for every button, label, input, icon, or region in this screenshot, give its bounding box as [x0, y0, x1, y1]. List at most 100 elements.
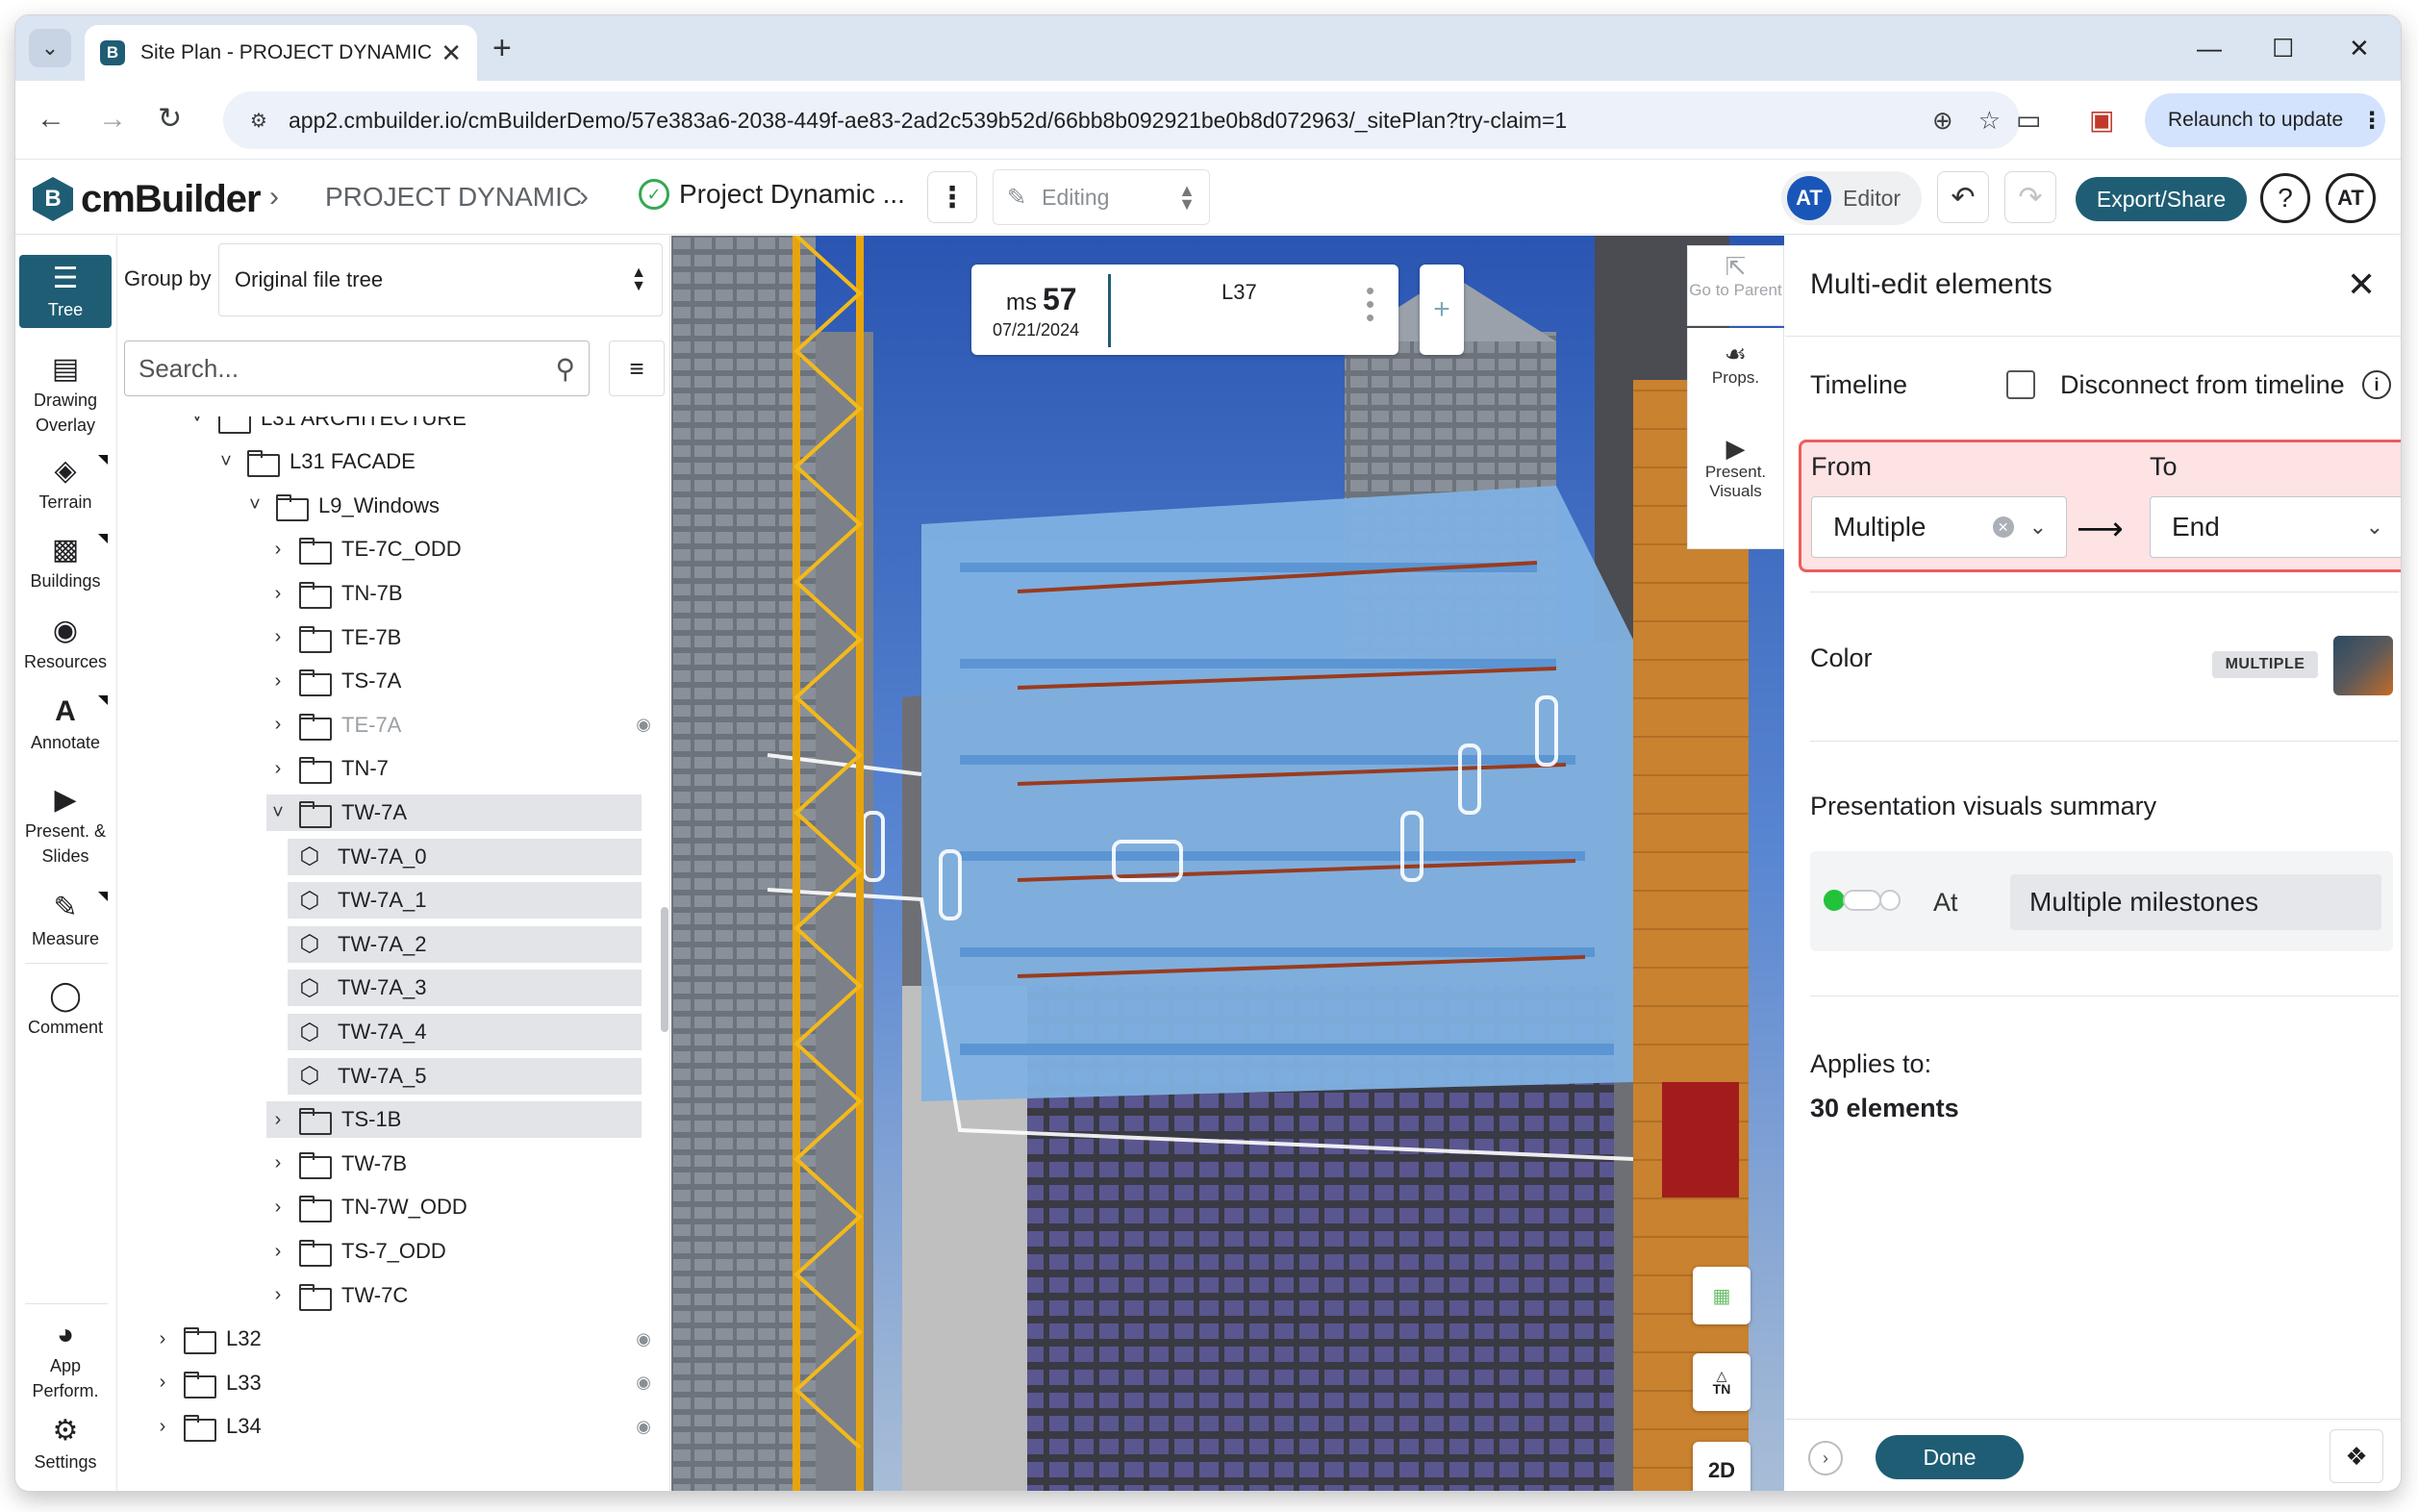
bookmark-star-icon[interactable]: ☆: [1978, 106, 2001, 136]
chevron-down-icon[interactable]: ˅: [243, 494, 266, 517]
rail-settings[interactable]: ⚙ Settings: [19, 1415, 112, 1474]
go-to-parent-button[interactable]: ⇱ Go to Parent: [1687, 245, 1784, 326]
info-icon[interactable]: i: [2362, 370, 2391, 399]
breadcrumb-project[interactable]: PROJECT DYNAMIC: [325, 179, 582, 215]
rail-comment[interactable]: ◯ Comment: [19, 980, 112, 1040]
view-2d-button[interactable]: 2D: [1693, 1442, 1751, 1491]
rail-terrain[interactable]: ◈ Terrain: [19, 455, 112, 515]
tree-element-row[interactable]: ⬡ TW-7A_3: [288, 970, 642, 1007]
milestone-card[interactable]: ms 57 07/21/2024 L37 • • •: [971, 265, 1398, 355]
rail-tree[interactable]: ☰ Tree: [19, 255, 112, 328]
chevron-down-icon[interactable]: ˅: [266, 802, 290, 824]
tree-element-row[interactable]: ⬡ TW-7A_2: [288, 925, 642, 963]
user-role-pill[interactable]: AT Editor: [1781, 171, 1922, 225]
map-layer-button[interactable]: ▦: [1693, 1267, 1751, 1324]
zoom-icon[interactable]: ⊕: [1932, 106, 1953, 136]
chevron-right-icon[interactable]: ›: [266, 758, 290, 780]
tree-element-row[interactable]: ⬡ TW-7A_1: [288, 882, 642, 920]
rail-present-slides[interactable]: ▶ Present. & Slides: [19, 784, 112, 869]
tree-folder-row[interactable]: ˅ L31 FACADE: [214, 443, 657, 480]
drag-handle-icon[interactable]: • • •: [1366, 278, 1374, 330]
tree-folder-row[interactable]: › TS-7_ODD: [266, 1233, 657, 1270]
chevron-right-icon[interactable]: ›: [266, 1241, 290, 1263]
add-milestone-button[interactable]: +: [1420, 265, 1464, 355]
tree-folder-row[interactable]: ˅ L9_Windows: [243, 488, 657, 524]
chevron-right-icon[interactable]: ›: [1808, 1441, 1843, 1475]
tree-folder-row[interactable]: › TS-7A: [266, 663, 657, 699]
back-button[interactable]: ←: [37, 100, 65, 139]
rail-resources[interactable]: ◉ Resources: [19, 615, 112, 674]
visibility-toggle[interactable]: [1824, 890, 1901, 911]
tree-folder-row[interactable]: ˅ L31 ARCHITECTURE: [186, 416, 657, 437]
tree-element-row[interactable]: ⬡ TW-7A_5: [288, 1057, 642, 1095]
chevron-right-icon[interactable]: ›: [266, 539, 290, 561]
tree-element-row[interactable]: ⬡ TW-7A_0: [288, 838, 642, 875]
tree-folder-row[interactable]: › TN-7: [266, 750, 657, 787]
tree-folder-row[interactable]: › TW-7B: [266, 1146, 657, 1182]
tree-element-row[interactable]: ⬡ TW-7A_4: [288, 1014, 642, 1051]
tree-folder-row[interactable]: › TE-7B: [266, 619, 657, 656]
eye-hidden-icon[interactable]: ◉: [636, 1373, 651, 1393]
tree-folder-row[interactable]: › L33 ◉: [151, 1365, 657, 1401]
chevron-right-icon[interactable]: ›: [151, 1372, 174, 1394]
minimize-button[interactable]: —: [2197, 29, 2222, 67]
mode-select[interactable]: ✎ Editing ▲ ▼: [993, 169, 1210, 225]
eye-hidden-icon[interactable]: ◉: [636, 1329, 651, 1349]
search-input[interactable]: Search... ⚲: [124, 340, 590, 396]
chevron-right-icon[interactable]: ›: [266, 1197, 290, 1219]
clear-icon[interactable]: ✕: [1992, 517, 2014, 538]
chevron-right-icon[interactable]: ›: [266, 714, 290, 736]
new-tab-button[interactable]: +: [492, 29, 512, 67]
tab-close-icon[interactable]: ✕: [441, 38, 462, 68]
chevron-down-icon[interactable]: ˅: [214, 451, 238, 473]
tree-folder-row[interactable]: › L32 ◉: [151, 1321, 657, 1357]
tree-folder-row[interactable]: ˅ TW-7A: [266, 794, 642, 832]
breadcrumb-site[interactable]: ✓ Project Dynamic ...: [639, 179, 905, 210]
cube-settings-icon[interactable]: ❖: [2330, 1429, 2383, 1483]
chevron-right-icon[interactable]: ›: [266, 1284, 290, 1306]
chevron-right-icon[interactable]: ›: [266, 670, 290, 693]
filter-button[interactable]: ≡: [609, 340, 665, 396]
extension-icon[interactable]: ▣: [2089, 101, 2114, 139]
chevron-right-icon[interactable]: ›: [266, 583, 290, 605]
tab-search-button[interactable]: ⌄: [29, 29, 71, 67]
tree-scrollbar[interactable]: [661, 907, 668, 1032]
address-bar[interactable]: ⚙ app2.cmbuilder.io/cmBuilderDemo/57e383…: [223, 91, 2020, 149]
site-settings-icon[interactable]: ⚙: [242, 104, 275, 137]
group-by-select[interactable]: Original file tree ▲ ▼: [218, 243, 663, 316]
tree-folder-row[interactable]: › TW-7C: [266, 1277, 657, 1314]
undo-button[interactable]: ↶: [1937, 171, 1989, 223]
chevron-down-icon[interactable]: ˅: [186, 416, 209, 429]
site-menu-button[interactable]: ⋮: [927, 171, 977, 223]
disconnect-checkbox[interactable]: [2006, 370, 2035, 399]
rail-annotate[interactable]: A Annotate: [19, 695, 112, 755]
tree-folder-row[interactable]: › TN-7B: [266, 575, 657, 612]
rail-buildings[interactable]: ▩ Buildings: [19, 534, 112, 593]
pvs-milestones-field[interactable]: Multiple milestones: [2010, 874, 2381, 930]
forward-button[interactable]: →: [98, 100, 127, 139]
tree-folder-row[interactable]: › TS-1B: [266, 1101, 642, 1139]
close-window-button[interactable]: ✕: [2349, 29, 2370, 67]
color-swatch[interactable]: [2333, 636, 2393, 695]
browser-menu-icon[interactable]: ⋮: [2360, 107, 2383, 135]
browser-tab[interactable]: B Site Plan - PROJECT DYNAMIC | ✕: [85, 25, 477, 81]
rail-drawing-overlay[interactable]: ▤ Drawing Overlay: [19, 353, 112, 438]
tree-folder-row[interactable]: › TE-7A ◉: [266, 707, 657, 743]
relaunch-button[interactable]: Relaunch to update ⋮: [2145, 93, 2385, 147]
profile-button[interactable]: AT: [2326, 173, 2376, 223]
from-select[interactable]: Multiple ✕ ⌄: [1811, 496, 2067, 558]
3d-viewport[interactable]: ms 57 07/21/2024 L37 • • • + ⇱ Go to Parent…: [671, 236, 1784, 1491]
done-button[interactable]: Done: [1876, 1435, 2024, 1479]
presentation-visuals-button[interactable]: ▶ Present. Visuals: [1688, 428, 1783, 534]
rail-measure[interactable]: ✎ Measure: [19, 892, 112, 951]
reload-button[interactable]: ↻: [158, 100, 182, 139]
tree-folder-row[interactable]: › TN-7W_ODD: [266, 1189, 657, 1225]
tree-folder-row[interactable]: › L34 ◉: [151, 1408, 657, 1445]
chevron-right-icon[interactable]: ›: [266, 1152, 290, 1174]
chevron-right-icon[interactable]: ›: [266, 1109, 290, 1131]
redo-button[interactable]: ↷: [2004, 171, 2056, 223]
maximize-button[interactable]: ☐: [2272, 29, 2294, 67]
close-icon[interactable]: ✕: [2347, 265, 2376, 305]
chevron-right-icon[interactable]: ›: [266, 626, 290, 648]
help-button[interactable]: ?: [2260, 173, 2310, 223]
